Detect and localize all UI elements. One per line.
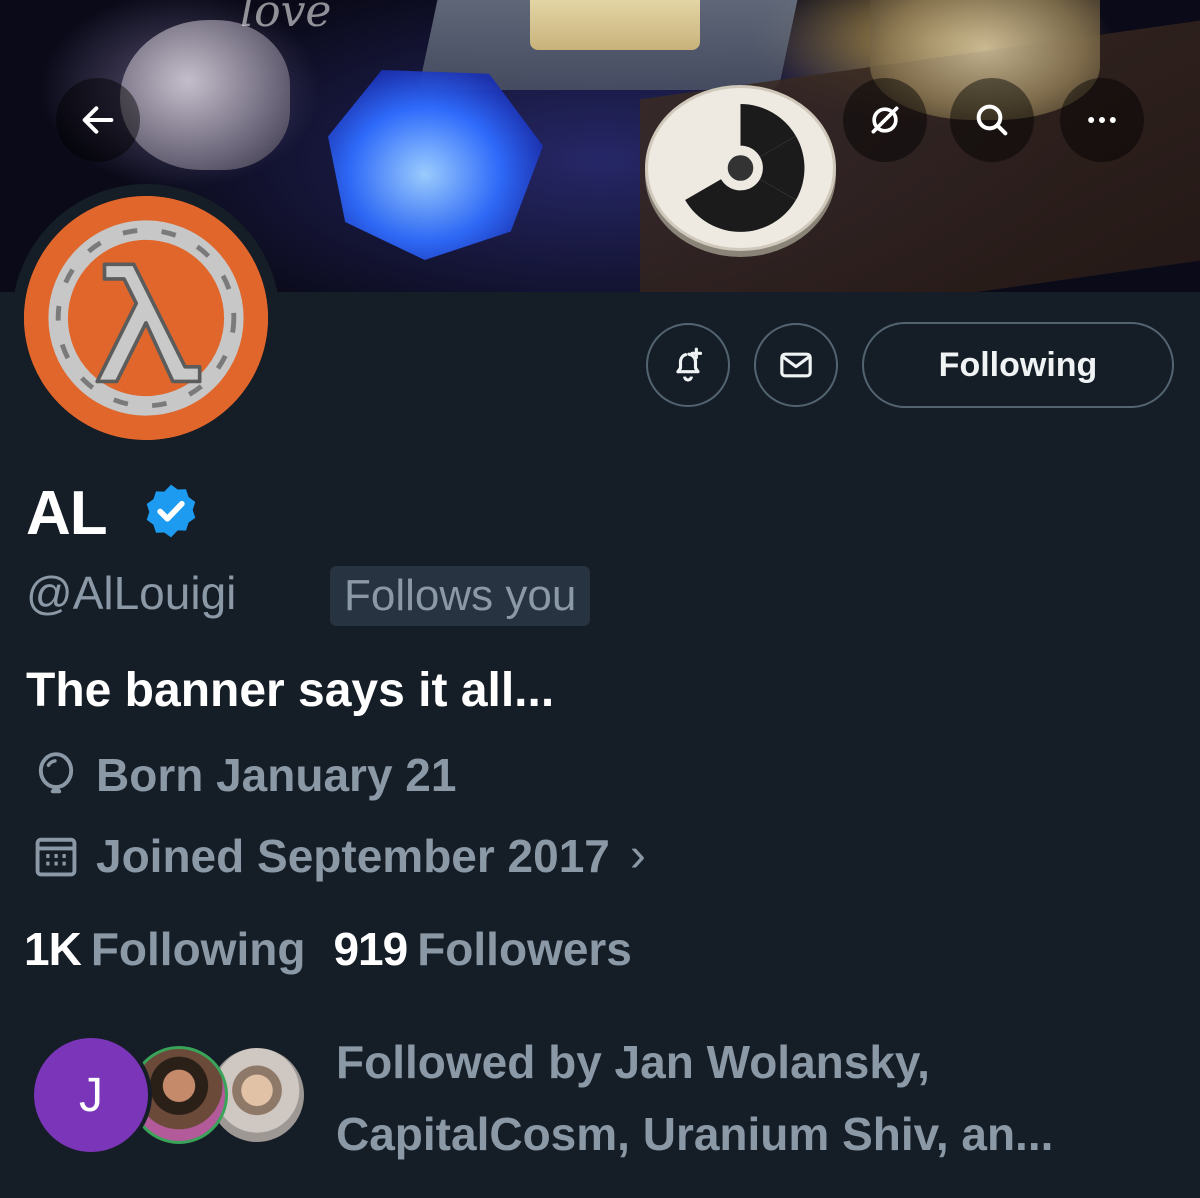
message-button[interactable] <box>754 323 838 407</box>
followers-count: 919 <box>333 923 408 975</box>
followed-by-text[interactable]: Followed by Jan Wolansky, CapitalCosm, U… <box>336 1026 1176 1170</box>
search-button[interactable] <box>950 78 1034 162</box>
banner-candle <box>530 0 700 50</box>
half-life-lambda-logo <box>24 196 268 440</box>
avatar-initial: J <box>79 1068 103 1122</box>
radiation-symbol <box>645 85 836 251</box>
profile-bio: The banner says it all... <box>26 664 555 717</box>
joined-row[interactable]: Joined September 2017 › <box>30 828 646 883</box>
back-button[interactable] <box>56 78 140 162</box>
banner-bear-figure <box>120 20 290 170</box>
balloon-icon <box>38 752 74 794</box>
follows-you-badge: Follows you <box>330 566 591 626</box>
birthday-row: Born January 21 <box>30 748 456 802</box>
more-horizontal-icon <box>1088 117 1116 123</box>
mutual-follower-avatar-1[interactable]: J <box>30 1034 152 1156</box>
birthday-text: Born January 21 <box>96 749 457 801</box>
banner-script-text: love <box>240 0 332 37</box>
following-count-link[interactable]: 1K Following <box>24 922 305 976</box>
follow-stats: 1K Following 919 Followers <box>24 922 632 976</box>
joined-text: Joined September 2017 <box>96 829 610 882</box>
grok-icon <box>871 106 899 134</box>
bell-plus-icon <box>676 347 703 382</box>
envelope-icon <box>780 352 812 378</box>
following-count: 1K <box>24 923 82 975</box>
followers-label: Followers <box>417 923 632 975</box>
chevron-right-icon: › <box>629 829 646 882</box>
followers-count-link[interactable]: 919 Followers <box>333 922 631 976</box>
verified-badge-icon[interactable] <box>140 480 202 542</box>
banner-gem <box>328 70 543 260</box>
grok-button[interactable] <box>843 78 927 162</box>
profile-avatar[interactable] <box>12 184 280 452</box>
calendar-icon <box>35 837 77 876</box>
notifications-button[interactable] <box>646 323 730 407</box>
following-label: Following <box>90 923 306 975</box>
user-handle: @AlLouigi <box>26 567 237 619</box>
more-button[interactable] <box>1060 78 1144 162</box>
display-name: AL <box>26 479 108 548</box>
arrow-left-icon <box>82 106 114 134</box>
search-icon <box>976 104 1008 136</box>
following-button[interactable]: Following <box>862 322 1174 408</box>
